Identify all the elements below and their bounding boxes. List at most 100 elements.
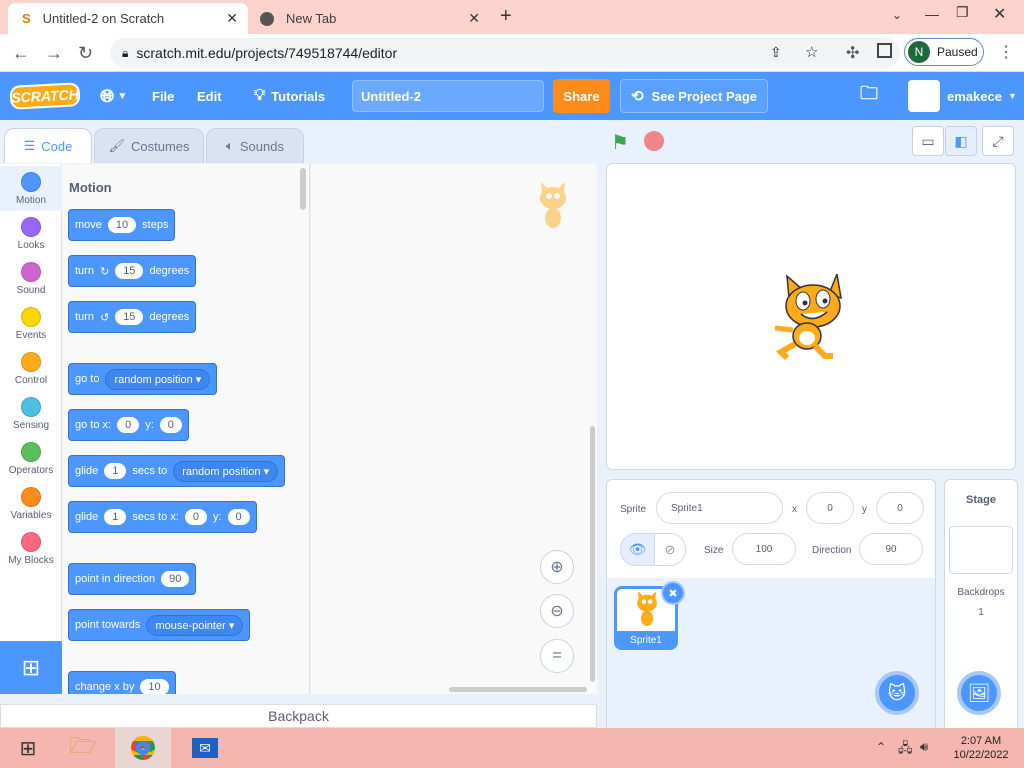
category-my-blocks[interactable]: My Blocks bbox=[0, 526, 62, 571]
forward-arrow-icon[interactable]: → bbox=[45, 43, 63, 64]
script-hscrollbar[interactable] bbox=[449, 687, 587, 692]
taskbar-clock[interactable]: 2:07 AM 10/22/2022 bbox=[944, 734, 1018, 762]
stage-canvas[interactable] bbox=[606, 163, 1016, 470]
extensions-puzzle-icon[interactable]: ✣ bbox=[846, 43, 859, 63]
script-vscrollbar[interactable] bbox=[590, 426, 595, 682]
chrome-menu-icon[interactable]: ⋮ bbox=[998, 42, 1014, 62]
normal-stage-button[interactable]: ◧ bbox=[945, 126, 977, 156]
hide-sprite-button[interactable]: ⊘ bbox=[654, 533, 686, 566]
project-title-input[interactable]: Untitled-2 bbox=[352, 80, 544, 112]
tab-costumes[interactable]: 🖌︎ Costumes bbox=[94, 128, 204, 163]
small-stage-button[interactable]: ▭ bbox=[912, 126, 944, 156]
show-sprite-button[interactable]: 👁︎ bbox=[620, 533, 655, 566]
y-input[interactable]: 0 bbox=[876, 492, 924, 524]
backdrop-thumbnail[interactable] bbox=[949, 526, 1013, 574]
browser-tab-scratch[interactable]: S Untitled-2 on Scratch ✕ bbox=[8, 3, 248, 34]
network-icon[interactable]: 🖧︎ bbox=[898, 739, 913, 761]
backpack-header[interactable]: Backpack bbox=[0, 704, 597, 728]
bookmark-star-icon[interactable]: ☆ bbox=[805, 43, 818, 61]
volume-icon[interactable]: 🔊︎ bbox=[920, 739, 928, 755]
stop-sign-icon[interactable] bbox=[644, 131, 664, 151]
x-input[interactable]: 0 bbox=[117, 417, 140, 433]
category-motion[interactable]: Motion bbox=[0, 166, 62, 211]
reload-icon[interactable]: ↻ bbox=[78, 43, 93, 64]
delete-sprite-button[interactable]: ✖ bbox=[661, 581, 685, 605]
window-close-icon[interactable]: ✕ bbox=[993, 4, 1006, 24]
block-go-to[interactable]: go to random position ▾ bbox=[68, 363, 218, 395]
close-tab-icon[interactable]: ✕ bbox=[468, 10, 480, 27]
new-tab-plus-icon[interactable]: + bbox=[500, 5, 512, 28]
side-panel-icon[interactable] bbox=[877, 43, 892, 58]
see-project-page-button[interactable]: ⟲ See Project Page bbox=[620, 79, 768, 113]
block-change-x[interactable]: change x by 10 bbox=[68, 671, 176, 694]
minimize-icon[interactable]: — bbox=[925, 6, 939, 22]
category-events[interactable]: Events bbox=[0, 301, 62, 346]
degrees-input[interactable]: 15 bbox=[115, 309, 144, 325]
direction-input[interactable]: 90 bbox=[859, 533, 923, 565]
target-dropdown[interactable]: random position ▾ bbox=[173, 460, 279, 482]
block-go-to-xy[interactable]: go to x: 0 y: 0 bbox=[68, 409, 189, 441]
url-bar[interactable]: 🔒︎ scratch.mit.edu/projects/749518744/ed… bbox=[110, 38, 900, 68]
zoom-in-button[interactable]: ⊕ bbox=[540, 550, 574, 584]
language-menu[interactable]: 🌐︎ ▼ bbox=[100, 72, 127, 120]
category-control[interactable]: Control bbox=[0, 346, 62, 391]
tutorials-button[interactable]: 💡︎ Tutorials bbox=[254, 72, 325, 120]
category-looks[interactable]: Looks bbox=[0, 211, 62, 256]
zoom-reset-button[interactable]: = bbox=[540, 639, 574, 673]
secs-input[interactable]: 1 bbox=[104, 509, 127, 525]
cat-sprite-on-stage[interactable] bbox=[767, 274, 857, 364]
profile-button[interactable]: N Paused bbox=[904, 38, 984, 66]
add-extension-button[interactable]: ⊞ bbox=[0, 641, 62, 694]
my-stuff-folder-icon[interactable]: 🗀︎ bbox=[860, 72, 878, 120]
back-arrow-icon[interactable]: ← bbox=[12, 43, 30, 64]
tray-chevron-icon[interactable]: ⌃ bbox=[876, 740, 886, 754]
file-explorer-button[interactable]: 🗁︎ bbox=[55, 728, 111, 768]
category-variables[interactable]: Variables bbox=[0, 481, 62, 526]
sprite-name-input[interactable]: Sprite1 bbox=[656, 492, 783, 524]
scratch-logo[interactable]: SCRATCH bbox=[9, 82, 81, 110]
choose-sprite-button[interactable]: 🐱︎ bbox=[875, 671, 919, 715]
block-move-steps[interactable]: move 10 steps bbox=[68, 209, 176, 241]
script-area[interactable]: ⊕ ⊖ = bbox=[311, 164, 597, 694]
block-turn-left[interactable]: turn ↺ 15 degrees bbox=[68, 301, 197, 333]
share-page-icon[interactable]: ⇪ bbox=[770, 44, 782, 61]
tab-search-chevron-icon[interactable]: ⌄ bbox=[892, 8, 902, 22]
mail-taskbar-button[interactable]: ✉ bbox=[177, 728, 233, 768]
category-sensing[interactable]: Sensing bbox=[0, 391, 62, 436]
restore-icon[interactable]: ❐ bbox=[956, 4, 969, 21]
category-operators[interactable]: Operators bbox=[0, 436, 62, 481]
block-point-in-direction[interactable]: point in direction 90 bbox=[68, 563, 197, 595]
tab-code[interactable]: ☰ Code bbox=[4, 128, 92, 163]
block-glide-xy[interactable]: glide 1 secs to x: 0 y: 0 bbox=[68, 501, 257, 533]
target-dropdown[interactable]: random position ▾ bbox=[105, 368, 211, 390]
start-button[interactable]: ⊞ bbox=[0, 728, 56, 768]
palette-scrollbar[interactable] bbox=[300, 168, 306, 210]
secs-input[interactable]: 1 bbox=[104, 463, 127, 479]
chrome-taskbar-button[interactable] bbox=[115, 728, 171, 768]
degrees-input[interactable]: 15 bbox=[115, 263, 144, 279]
x-change-input[interactable]: 10 bbox=[140, 679, 169, 694]
green-flag-icon[interactable]: ⚑ bbox=[611, 130, 629, 155]
stage-selector-pane[interactable]: Stage Backdrops 1 🖼︎ bbox=[944, 479, 1018, 729]
share-button[interactable]: Share bbox=[553, 79, 610, 113]
block-point-towards[interactable]: point towards mouse-pointer ▾ bbox=[68, 609, 251, 641]
close-tab-icon[interactable]: ✕ bbox=[226, 10, 238, 27]
target-dropdown[interactable]: mouse-pointer ▾ bbox=[146, 614, 244, 636]
category-sound[interactable]: Sound bbox=[0, 256, 62, 301]
block-turn-right[interactable]: turn ↻ 15 degrees bbox=[68, 255, 197, 287]
block-glide-to[interactable]: glide 1 secs to random position ▾ bbox=[68, 455, 286, 487]
fullscreen-button[interactable]: ⤢ bbox=[982, 126, 1014, 156]
browser-tab-newtab[interactable]: New Tab ✕ bbox=[250, 3, 490, 34]
tab-sounds[interactable]: 🔈︎ Sounds bbox=[206, 128, 304, 163]
choose-backdrop-button[interactable]: 🖼︎ bbox=[957, 671, 1001, 715]
size-input[interactable]: 100 bbox=[732, 533, 796, 565]
zoom-out-button[interactable]: ⊖ bbox=[540, 594, 574, 628]
direction-input[interactable]: 90 bbox=[161, 571, 190, 587]
edit-menu[interactable]: Edit bbox=[197, 72, 222, 120]
account-menu[interactable]: emakece ▼ bbox=[908, 72, 1017, 120]
file-menu[interactable]: File bbox=[152, 72, 174, 120]
steps-input[interactable]: 10 bbox=[107, 217, 137, 233]
x-input[interactable]: 0 bbox=[806, 492, 854, 524]
x-input[interactable]: 0 bbox=[184, 509, 207, 525]
y-input[interactable]: 0 bbox=[159, 417, 182, 433]
